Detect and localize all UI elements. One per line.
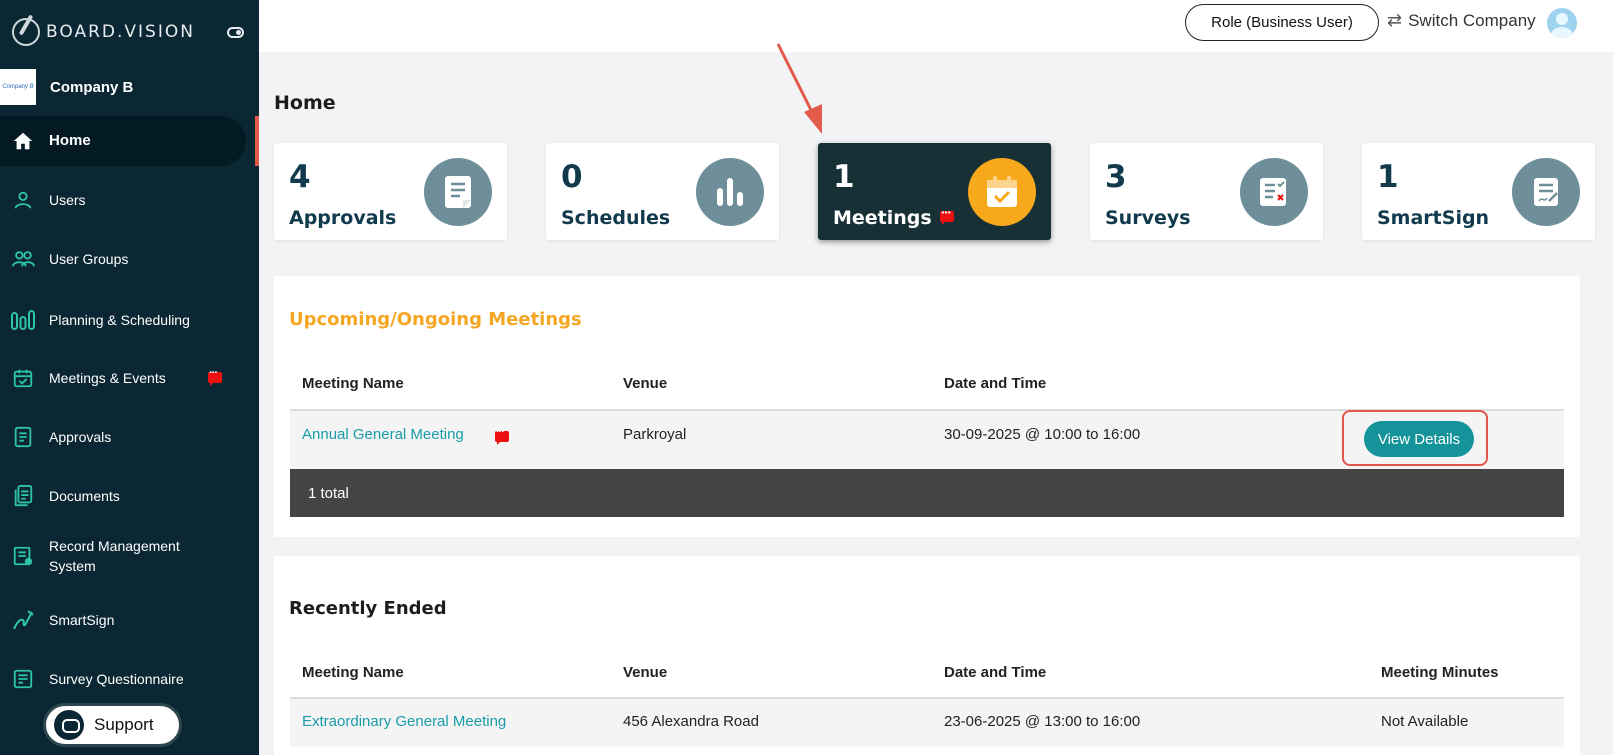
stat-label: Schedules	[561, 207, 671, 229]
sidebar-item-label: Survey Questionnaire	[49, 671, 184, 687]
sidebar-item-record-management[interactable]: Record Management System	[0, 536, 246, 576]
sidebar-item-approvals[interactable]: Approvals	[0, 425, 246, 449]
table-footer: 1 total	[290, 469, 1564, 517]
annotation-arrow-icon	[776, 43, 822, 134]
upcoming-meetings-panel: Upcoming/Ongoing Meetings Meeting Name V…	[274, 276, 1580, 537]
meeting-name-link[interactable]: Extraordinary General Meeting	[302, 713, 506, 730]
page-title: Home	[274, 92, 336, 114]
sidebar-item-label: SmartSign	[49, 612, 115, 628]
stat-label: Surveys	[1105, 207, 1191, 229]
support-label: Support	[94, 715, 154, 734]
switch-company-label: Switch Company	[1408, 10, 1536, 30]
company-logo: Company B	[0, 69, 36, 105]
stat-card-schedules[interactable]: 0 Schedules	[546, 143, 779, 240]
total-count: 1 total	[308, 484, 349, 502]
venue-cell: 456 Alexandra Road	[623, 713, 759, 730]
recent-title: Recently Ended	[289, 598, 447, 619]
company-name: Company B	[50, 78, 134, 96]
column-header: Date and Time	[944, 664, 1047, 681]
record-icon	[11, 544, 35, 568]
sidebar-item-meetings[interactable]: Meetings & Events	[0, 366, 246, 390]
stat-value: 4	[289, 159, 311, 195]
sidebar-item-home[interactable]: Home	[0, 116, 246, 166]
stat-label-wrap: Meetings	[833, 206, 954, 229]
sidebar-item-label: Approvals	[49, 429, 112, 445]
calendar-icon	[968, 158, 1036, 226]
highlight-box: View Details	[1342, 410, 1488, 466]
bar-chart-icon	[696, 158, 764, 226]
role-button[interactable]: Role (Business User)	[1185, 4, 1379, 41]
upcoming-title: Upcoming/Ongoing Meetings	[289, 309, 582, 330]
document-icon	[11, 425, 35, 449]
app-logo[interactable]: BOARD.VISION	[12, 18, 195, 46]
sidebar-item-smartsign[interactable]: SmartSign	[0, 610, 246, 630]
users-icon	[11, 247, 35, 271]
signature-icon	[1512, 158, 1580, 226]
sidebar-toggle-icon[interactable]	[227, 27, 244, 38]
survey-icon	[11, 667, 35, 691]
meeting-name-link[interactable]: Annual General Meeting	[302, 426, 464, 443]
user-icon	[11, 188, 35, 212]
stat-value: 1	[1377, 159, 1399, 195]
documents-icon	[11, 484, 35, 508]
stat-label: Approvals	[289, 207, 397, 229]
logo-text: BOARD.VISION	[46, 22, 195, 42]
home-icon	[11, 129, 35, 153]
avatar[interactable]	[1547, 8, 1577, 38]
stat-value: 0	[561, 159, 583, 195]
minutes-cell: Not Available	[1381, 713, 1469, 730]
sidebar-item-label: User Groups	[49, 251, 129, 267]
chat-icon	[54, 710, 84, 740]
switch-icon: ⇄	[1387, 10, 1403, 30]
calendar-icon	[11, 366, 35, 390]
stat-label: Meetings	[833, 207, 932, 229]
switch-company-button[interactable]: ⇄ Switch Company	[1387, 10, 1536, 31]
chat-badge-icon	[495, 426, 509, 445]
sidebar-item-label: Documents	[49, 488, 120, 504]
stat-card-surveys[interactable]: 3 Surveys	[1090, 143, 1323, 240]
sidebar-item-label: Home	[49, 132, 91, 149]
column-header: Date and Time	[944, 375, 1047, 392]
active-indicator	[255, 116, 259, 166]
stat-label: SmartSign	[1377, 207, 1490, 229]
column-header: Venue	[623, 375, 668, 392]
column-header: Meeting Minutes	[1381, 664, 1499, 681]
sidebar-item-label: Record Management System	[49, 538, 180, 574]
sidebar-item-users[interactable]: Users	[0, 190, 246, 210]
datetime-cell: 23-06-2025 @ 13:00 to 16:00	[944, 713, 1141, 730]
column-header: Venue	[623, 664, 668, 681]
sidebar: BOARD.VISION Company B Company B Home Us…	[0, 0, 259, 755]
stat-card-approvals[interactable]: 4 Approvals	[274, 143, 507, 240]
sidebar-item-user-groups[interactable]: User Groups	[0, 249, 246, 269]
chat-badge-icon	[939, 206, 954, 225]
stat-card-meetings[interactable]: 1 Meetings	[818, 143, 1051, 240]
venue-cell: Parkroyal	[623, 426, 687, 443]
stat-value: 1	[833, 159, 855, 195]
recently-ended-panel: Recently Ended Meeting Name Venue Date a…	[274, 556, 1580, 755]
table-row: Extraordinary General Meeting 456 Alexan…	[290, 699, 1564, 747]
company-selector[interactable]: Company B Company B	[0, 69, 133, 105]
sidebar-item-survey[interactable]: Survey Questionnaire	[0, 669, 246, 689]
column-header: Meeting Name	[302, 664, 404, 681]
support-button[interactable]: Support	[43, 703, 182, 747]
signature-icon	[11, 608, 35, 632]
sidebar-item-label: Planning & Scheduling	[49, 312, 190, 328]
view-details-button[interactable]: View Details	[1364, 421, 1474, 457]
sidebar-item-planning[interactable]: Planning & Scheduling	[0, 310, 246, 330]
stat-card-smartsign[interactable]: 1 SmartSign	[1362, 143, 1595, 240]
bars-icon	[11, 308, 35, 332]
chat-badge-icon	[208, 367, 222, 386]
logo-icon	[12, 18, 40, 46]
column-header: Meeting Name	[302, 375, 404, 392]
sidebar-item-documents[interactable]: Documents	[0, 484, 246, 508]
datetime-cell: 30-09-2025 @ 10:00 to 16:00	[944, 426, 1141, 443]
sidebar-item-label: Users	[49, 192, 86, 208]
document-icon	[424, 158, 492, 226]
sidebar-item-label: Meetings & Events	[49, 370, 166, 386]
stat-value: 3	[1105, 159, 1127, 195]
survey-icon	[1240, 158, 1308, 226]
